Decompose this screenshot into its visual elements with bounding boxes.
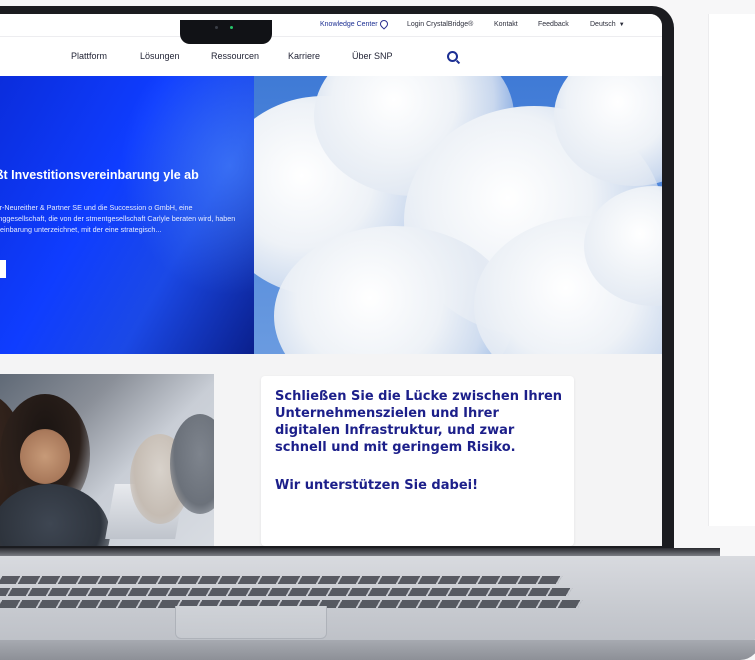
hero-cloud-image [254, 76, 662, 354]
main-navigation: Plattform Lösungen Ressourcen Karriere Ü… [0, 36, 662, 77]
camera-lens [215, 26, 218, 29]
nav-item-karriere[interactable]: Karriere [288, 51, 320, 61]
camera-indicator-light [230, 26, 233, 29]
location-pin-icon [378, 18, 390, 30]
hero-body: neider-Neureither & Partner SE und die S… [0, 203, 236, 234]
laptop-trackpad [175, 606, 327, 639]
nav-item-ressourcen[interactable]: Ressourcen [211, 51, 259, 61]
language-selector[interactable]: Deutsch ▼ [590, 21, 625, 28]
hero-read-more-button[interactable]: r [0, 260, 6, 278]
nav-item-plattform[interactable]: Plattform [71, 51, 107, 61]
utility-bar: Knowledge Center Login CrystalBridge® Ko… [0, 14, 662, 36]
value-proposition-card: Schließen Sie die Lücke zwischen Ihren U… [261, 376, 574, 546]
hero-title: ließt Investitionsvereinbarung yle ab [0, 168, 199, 182]
value-proposition-cta: Wir unterstützen Sie dabei! [275, 478, 479, 493]
camera-notch [180, 20, 272, 44]
value-proposition-text: Schließen Sie die Lücke zwischen Ihren U… [275, 389, 563, 455]
login-link[interactable]: Login CrystalBridge® [407, 21, 473, 28]
mockup-stage: Knowledge Center Login CrystalBridge® Ko… [0, 0, 755, 660]
side-panel [708, 14, 755, 526]
nav-item-loesungen[interactable]: Lösungen [140, 51, 180, 61]
laptop-front-edge [0, 640, 755, 660]
chevron-down-icon: ▼ [618, 22, 625, 28]
kontakt-link[interactable]: Kontakt [494, 21, 518, 28]
hero-banner: ließt Investitionsvereinbarung yle ab ne… [0, 76, 254, 354]
language-label: Deutsch [590, 21, 616, 28]
nav-item-ueber-snp[interactable]: Über SNP [352, 51, 393, 61]
team-photo [0, 374, 214, 546]
feedback-link[interactable]: Feedback [538, 21, 569, 28]
knowledge-center-link[interactable]: Knowledge Center [320, 21, 378, 28]
search-icon[interactable] [447, 51, 458, 62]
laptop-screen: Knowledge Center Login CrystalBridge® Ko… [0, 14, 662, 546]
